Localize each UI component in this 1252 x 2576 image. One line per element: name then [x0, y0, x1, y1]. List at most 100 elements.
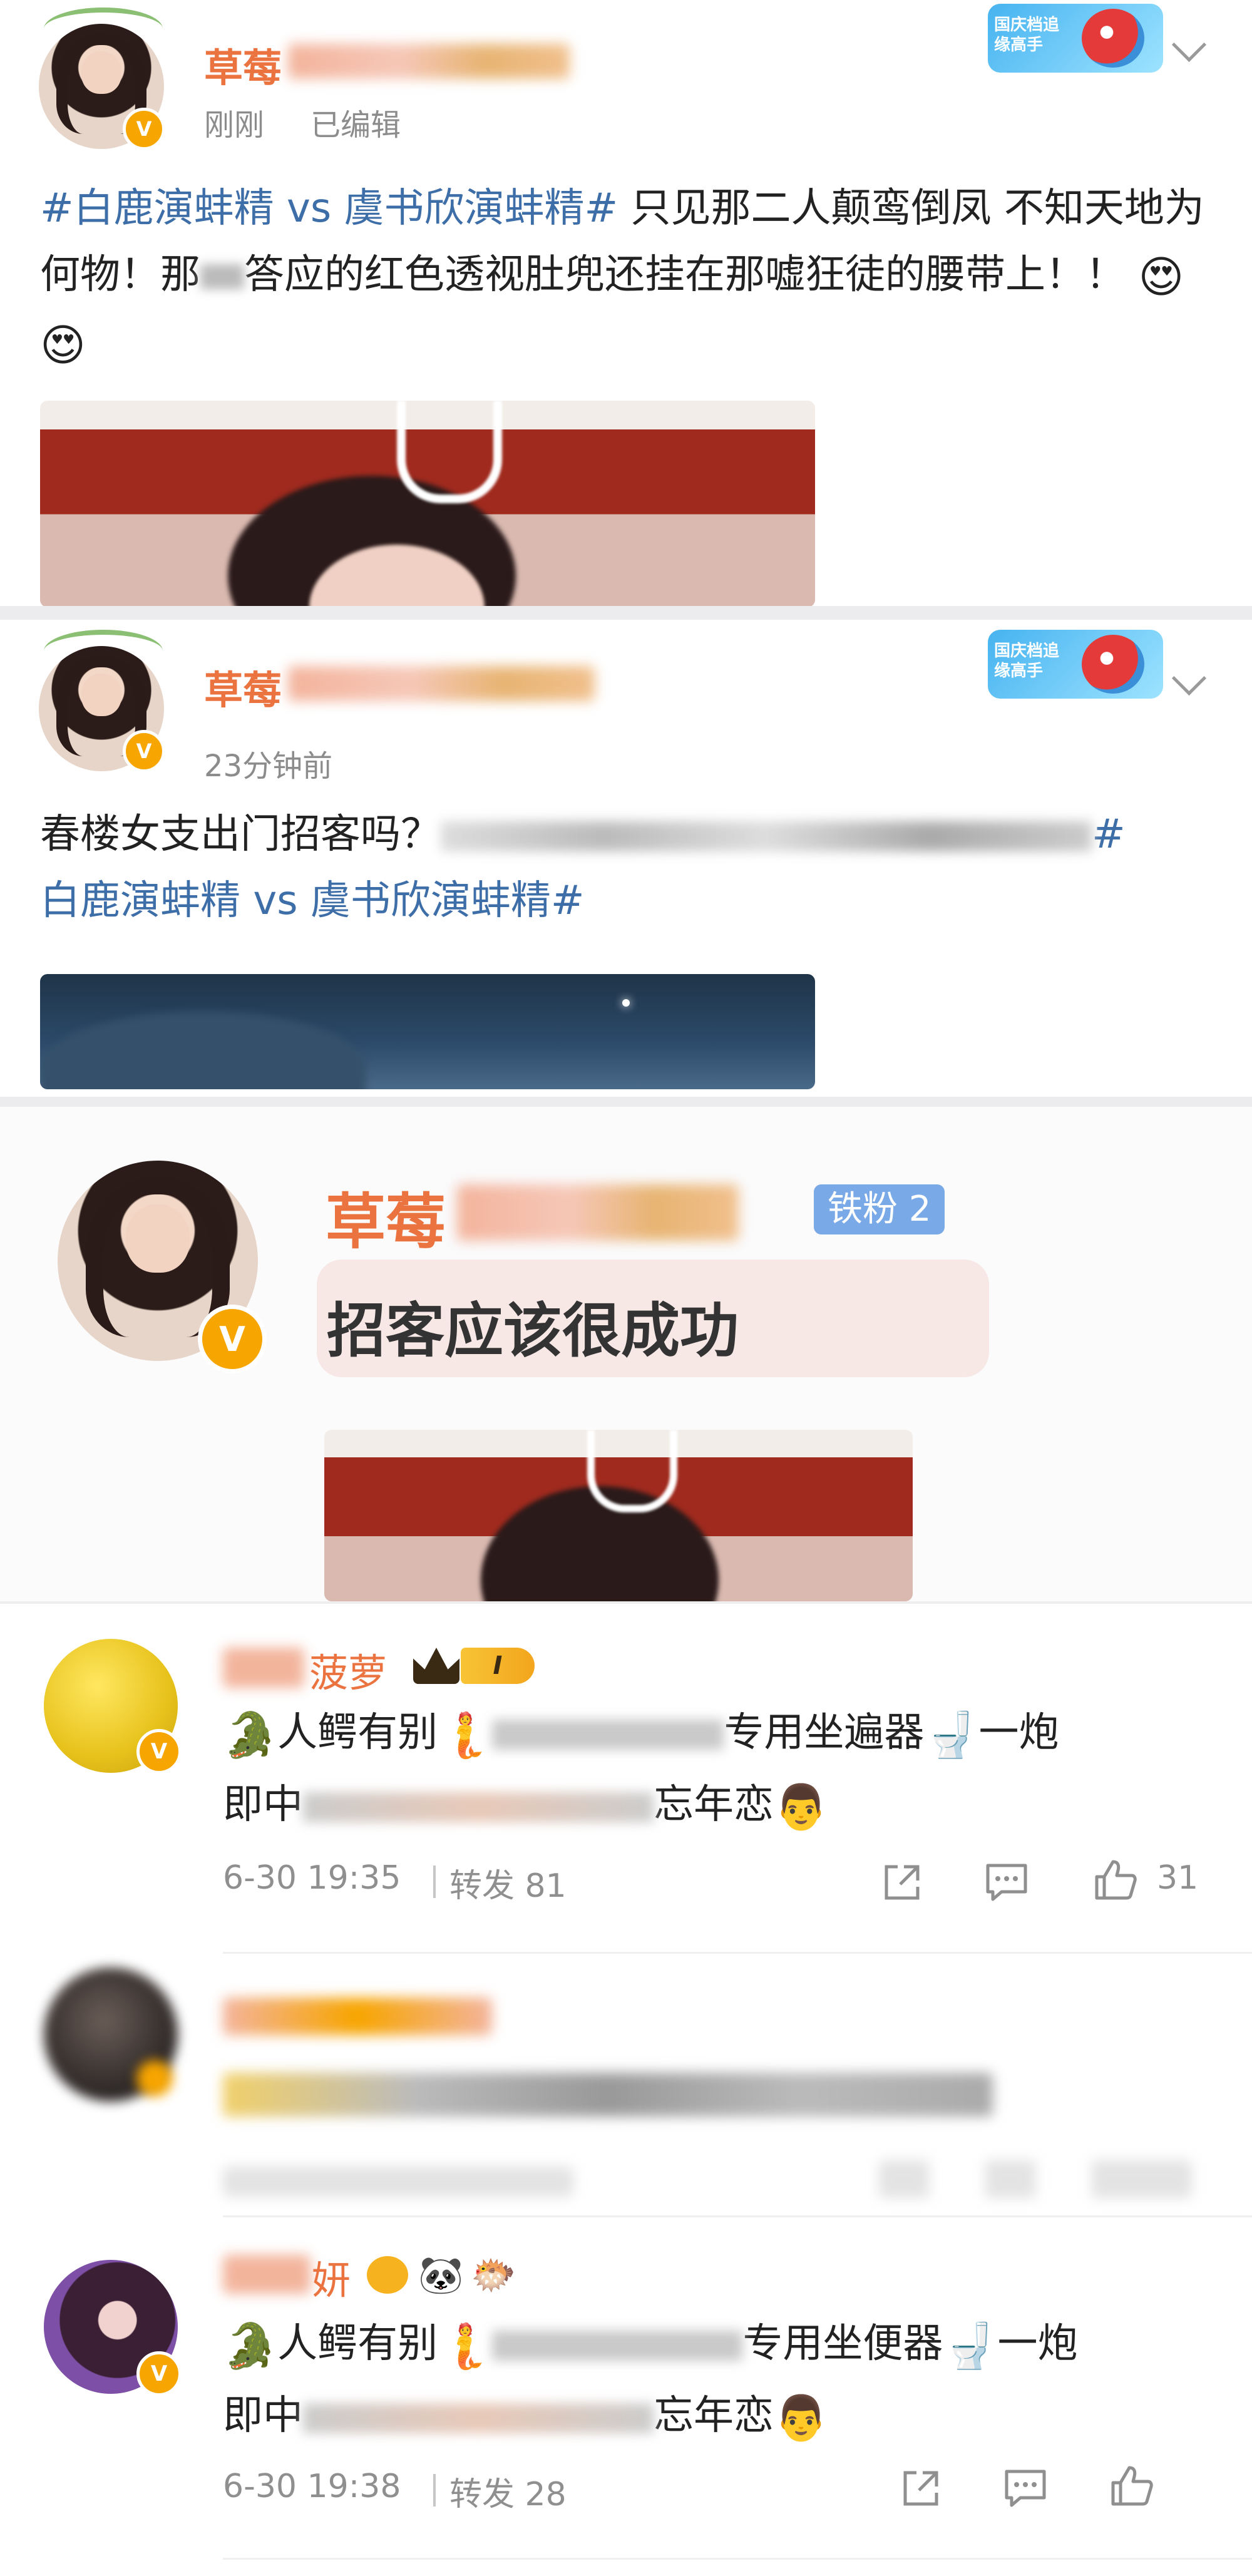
blurred-comment-meta [223, 2167, 573, 2197]
blurred-name [223, 1998, 492, 2035]
blurred-text [492, 1720, 724, 1750]
avatar-wreath-decoration [44, 630, 163, 672]
post-text: 春楼女支出门招客吗？ # 白鹿演蚌精 vs 虞书欣演蚌精# [40, 801, 1223, 934]
post-image[interactable] [40, 401, 815, 607]
comment-item-3: V 妍 🐼 🐡 🐊人鳄有别🧜 专用坐便器🚽一炮 即中 忘年恋👨 6-30 19:38… [0, 2217, 1252, 2576]
share-icon[interactable] [898, 2465, 944, 2512]
poster-name[interactable]: 草莓 [204, 659, 282, 715]
section-divider [0, 606, 1252, 620]
repost-count[interactable]: 转发 28 [449, 2468, 567, 2515]
comment-date: 6-30 19:38 [223, 2468, 401, 2505]
like-count: 31 [1157, 1859, 1199, 1897]
post-text: #白鹿演蚌精 vs 虞书欣演蚌精# 只见那二人颠鸾倒凤 不知天地为何物！那 答应的… [40, 175, 1217, 379]
post-text-part: 答应的红色透视肚兜还挂在那嘘狂徒的腰带上！！ [244, 252, 1126, 298]
commenter-name[interactable]: 菠萝 [309, 1641, 387, 1698]
comment-item-1: V 菠萝 I 🐊人鳄有别🧜 专用坐遍器🚽一炮 即中 忘年恋👨 6-30 19:35 … [0, 1604, 1252, 1952]
toilet-emoji: 🚽 [924, 1709, 979, 1761]
chevron-down-icon[interactable] [1171, 660, 1207, 696]
verified-badge: V [136, 2351, 182, 2396]
chat-quote-card: V 草莓 铁粉 2 招客应该很成功 [0, 1107, 1252, 1601]
blurred-name-suffix [457, 1184, 739, 1241]
commenter-name[interactable]: 妍 [312, 2249, 351, 2305]
section-divider [0, 1097, 1252, 1107]
comment-text-part: 一炮 [997, 2321, 1078, 2367]
level-badge: I [461, 1648, 535, 1684]
man-face-emoji: 👨 [774, 2392, 829, 2444]
chat-message: 招客应该很成功 [327, 1297, 739, 1365]
like-icon[interactable] [1108, 2463, 1154, 2509]
event-badge[interactable]: 国庆档追缘高手 [988, 4, 1163, 73]
blurred-name-suffix [288, 666, 595, 701]
topic-link-hash[interactable]: # [1092, 811, 1126, 858]
mermaid-emoji: 🧜 [438, 2320, 493, 2372]
blurred-name-prefix [223, 1648, 304, 1688]
mermaid-emoji: 🧜 [438, 1709, 493, 1761]
verified-badge: V [123, 108, 165, 150]
comment-icon[interactable] [983, 1860, 1030, 1904]
blurred-name-prefix [223, 2255, 310, 2294]
toilet-emoji: 🚽 [943, 2320, 998, 2372]
share-icon[interactable] [879, 1859, 925, 1906]
topic-link[interactable]: #白鹿演蚌精 vs 虞书欣演蚌精# [40, 185, 618, 232]
comment-text-part: 一炮 [978, 1710, 1059, 1756]
comment-text-part: 专用坐遍器 [724, 1710, 925, 1756]
avatar-wreath-decoration [44, 8, 163, 50]
comment-text: 🐊人鳄有别🧜 专用坐便器🚽一炮 即中 忘年恋👨 [223, 2309, 1224, 2453]
image-star [622, 999, 630, 1007]
verified-badge: V [198, 1305, 267, 1373]
event-badge[interactable]: 国庆档追缘高手 [988, 630, 1163, 699]
blurred-text [441, 821, 1092, 852]
fish-icon: 🐡 [471, 2254, 516, 2296]
post-time: 刚刚 [204, 108, 265, 143]
blurred-action-icons [879, 2160, 1192, 2198]
post-image[interactable] [40, 974, 815, 1089]
event-badge-label: 国庆档追缘高手 [994, 642, 1060, 680]
comment-text-part: 忘年恋 [654, 2393, 774, 2440]
comment-text: 🐊人鳄有别🧜 专用坐遍器🚽一炮 即中 忘年恋👨 [223, 1698, 1224, 1842]
man-face-emoji: 👨 [774, 1781, 829, 1833]
chat-name[interactable]: 草莓 [326, 1173, 446, 1260]
post-text-part: 春楼女支出门招客吗？ [40, 811, 441, 858]
meta-separator [433, 1865, 436, 1898]
comment-date: 6-30 19:35 [223, 1859, 401, 1897]
crocodile-emoji: 🐊 [223, 1709, 278, 1761]
crown-icon [413, 1648, 459, 1684]
verified-badge: V [123, 730, 165, 772]
mascot-icon [1082, 9, 1144, 68]
image-bunny-ears [397, 401, 502, 503]
image-bunny-ears [587, 1430, 677, 1512]
crown-badge-icon [367, 2256, 408, 2294]
meta-separator [433, 2474, 436, 2507]
verified-badge: V [136, 1729, 182, 1774]
panda-icon: 🐼 [418, 2254, 464, 2296]
topic-link[interactable]: 白鹿演蚌精 vs 虞书欣演蚌精# [40, 878, 585, 924]
chevron-down-icon[interactable] [1171, 27, 1207, 63]
repost-count[interactable]: 转发 81 [449, 1859, 567, 1906]
blurred-text [303, 1792, 654, 1822]
post-time: 23分钟前 [204, 749, 333, 784]
blurred-text [303, 2403, 654, 2433]
fan-badge: 铁粉 2 [814, 1184, 945, 1234]
mascot-icon [1082, 635, 1144, 694]
comment-text-part: 即中 [223, 1782, 303, 1829]
blurred-comment-text [223, 2073, 993, 2117]
comment-text-part: 即中 [223, 2393, 303, 2440]
blurred-word [200, 264, 244, 290]
event-badge-label: 国庆档追缘高手 [994, 16, 1060, 54]
comment-text-part: 人鳄有别 [277, 2321, 438, 2367]
blurred-text [492, 2331, 743, 2361]
comment-text-part: 人鳄有别 [277, 1710, 438, 1756]
post-card-2: V 草莓 23分钟前 国庆档追缘高手 春楼女支出门招客吗？ # 白鹿演蚌精 vs … [0, 620, 1252, 1096]
post-card-1: V 草莓 刚刚 已编辑 国庆档追缘高手 #白鹿演蚌精 vs 虞书欣演蚌精# 只见… [0, 0, 1252, 607]
verified-badge [136, 2060, 173, 2096]
comment-icon[interactable] [1002, 2466, 1049, 2510]
bottom-divider [223, 2558, 1252, 2560]
chat-image[interactable] [324, 1430, 913, 1601]
blurred-name-suffix [288, 44, 570, 79]
poster-name[interactable]: 草莓 [204, 36, 282, 93]
edited-label: 已编辑 [310, 108, 401, 143]
like-icon[interactable] [1092, 1857, 1138, 1903]
image-mountain [40, 1012, 366, 1089]
comment-text-part: 专用坐便器 [742, 2321, 943, 2367]
chat-bubble: 招客应该很成功 [317, 1260, 989, 1377]
